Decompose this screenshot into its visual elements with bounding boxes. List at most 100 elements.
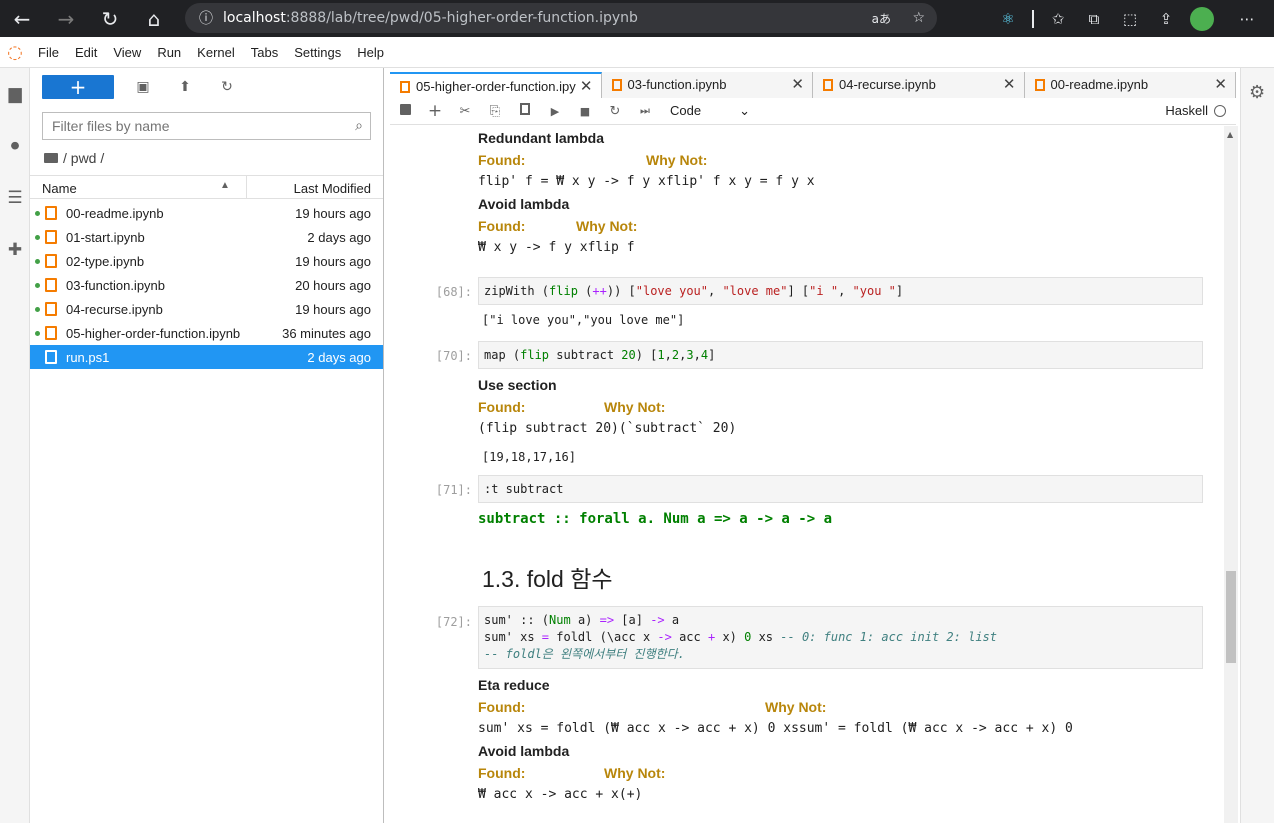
tab-05-higher-order-function[interactable]: 05-higher-order-function.ipynb ✕ xyxy=(390,72,602,98)
copy-icon[interactable]: ⎘ xyxy=(480,104,510,119)
search-icon: ⌕ xyxy=(355,117,363,133)
kernel-status-icon xyxy=(1214,105,1226,117)
table-of-contents-icon[interactable]: ☰ xyxy=(0,172,30,224)
code-cell-input[interactable]: sum' :: (Num a) => [a] -> a sum' xs = fo… xyxy=(478,606,1203,669)
cut-icon[interactable]: ✂ xyxy=(450,104,480,119)
file-name: 00-readme.ipynb xyxy=(66,206,164,221)
url-path: :8888/lab/tree/pwd/05-higher-order-funct… xyxy=(285,10,638,26)
hint-found: Found: xyxy=(478,152,526,168)
file-row[interactable]: 03-function.ipynb 20 hours ago xyxy=(30,273,383,297)
hint-title: Redundant lambda xyxy=(478,130,605,146)
column-name[interactable]: Name xyxy=(42,181,77,196)
notebook-panel[interactable]: Redundant lambda Found: Why Not: flip' f… xyxy=(390,126,1222,823)
type-signature-output: subtract :: forall a. Num a => a -> a ->… xyxy=(478,511,833,527)
close-icon[interactable]: ✕ xyxy=(787,75,804,93)
reload-icon[interactable]: ↻ xyxy=(88,0,132,37)
gear-icon[interactable]: ⚙ xyxy=(1249,82,1265,103)
site-info-icon[interactable]: ⓘ xyxy=(199,8,213,28)
browser-extensions: ⚛ ✩ ⧉ ⬚ ⇪ ⋯ xyxy=(990,0,1274,37)
scrollbar-thumb[interactable] xyxy=(1226,571,1236,663)
code-cell-input[interactable]: :t subtract xyxy=(478,475,1203,503)
save-icon[interactable] xyxy=(390,103,420,119)
favorites-icon[interactable]: ✩ xyxy=(1040,0,1076,37)
new-folder-icon[interactable]: ▣ xyxy=(122,79,164,95)
collections-icon[interactable]: ⧉ xyxy=(1076,0,1112,37)
file-modified: 2 days ago xyxy=(307,230,371,245)
profile-avatar[interactable] xyxy=(1184,0,1220,37)
file-row[interactable]: 04-recurse.ipynb 19 hours ago xyxy=(30,297,383,321)
menu-view[interactable]: View xyxy=(105,45,149,60)
menu-tabs[interactable]: Tabs xyxy=(243,45,286,60)
react-devtools-icon[interactable]: ⚛ xyxy=(990,0,1026,37)
column-divider xyxy=(246,176,247,198)
file-row[interactable]: 00-readme.ipynb 19 hours ago xyxy=(30,201,383,225)
run-icon[interactable]: ▶ xyxy=(540,105,570,118)
extensions-icon[interactable]: ⬚ xyxy=(1112,0,1148,37)
back-icon[interactable]: ← xyxy=(0,0,44,37)
file-modified: 19 hours ago xyxy=(295,254,371,269)
browser-toolbar: ← → ↻ ⌂ ⓘ localhost:8888/lab/tree/pwd/05… xyxy=(0,0,1274,37)
sort-ascending-icon[interactable]: ▲ xyxy=(220,180,230,191)
insert-cell-icon[interactable]: + xyxy=(420,101,450,121)
notebook-scrollbar[interactable]: ▲ xyxy=(1224,126,1238,823)
folder-home-icon[interactable] xyxy=(44,153,58,163)
upload-icon[interactable]: ⬆ xyxy=(164,79,206,95)
menu-edit[interactable]: Edit xyxy=(67,45,105,60)
menu-settings[interactable]: Settings xyxy=(286,45,349,60)
notebook-icon xyxy=(400,81,410,93)
refresh-icon[interactable]: ↻ xyxy=(206,79,248,95)
tab-label: 00-readme.ipynb xyxy=(1050,77,1149,92)
menu-file[interactable]: File xyxy=(30,45,67,60)
running-sessions-icon[interactable]: ⏺ xyxy=(0,120,30,172)
read-aloud-icon[interactable]: aあ xyxy=(872,10,891,27)
running-indicator xyxy=(35,235,40,240)
forward-icon[interactable]: → xyxy=(44,0,88,37)
home-icon[interactable]: ⌂ xyxy=(132,0,176,37)
kernel-indicator[interactable]: Haskell xyxy=(1165,103,1226,118)
share-icon[interactable]: ⇪ xyxy=(1148,0,1184,37)
cell-output: ["i love you","you love me"] xyxy=(482,313,685,327)
document-tab-bar: 05-higher-order-function.ipynb ✕ 03-func… xyxy=(390,72,1236,98)
close-icon[interactable]: ✕ xyxy=(575,77,593,95)
menu-kernel[interactable]: Kernel xyxy=(189,45,243,60)
menu-run[interactable]: Run xyxy=(149,45,189,60)
stop-icon[interactable]: ■ xyxy=(570,105,600,118)
close-icon[interactable]: ✕ xyxy=(1210,75,1227,93)
tab-00-readme[interactable]: 00-readme.ipynb ✕ xyxy=(1024,72,1236,98)
file-name: 01-start.ipynb xyxy=(66,230,145,245)
hint-why-not: Why Not: xyxy=(765,699,827,715)
tab-03-function[interactable]: 03-function.ipynb ✕ xyxy=(601,72,813,98)
filter-input[interactable]: Filter files by name ⌕ xyxy=(42,112,371,140)
code-cell-input[interactable]: map (flip subtract 20) [1,2,3,4] xyxy=(478,341,1203,369)
address-bar[interactable]: ⓘ localhost:8888/lab/tree/pwd/05-higher-… xyxy=(185,3,937,33)
folder-icon[interactable]: ▆ xyxy=(0,68,30,120)
hint-why-not: Why Not: xyxy=(604,765,666,781)
paste-icon[interactable] xyxy=(510,103,540,119)
add-favorite-icon[interactable]: ☆ xyxy=(912,10,925,26)
breadcrumb[interactable]: / pwd / xyxy=(44,150,104,166)
hint-line: ₩ acc x -> acc + x(+) xyxy=(478,787,643,802)
scroll-up-icon[interactable]: ▲ xyxy=(1227,130,1233,139)
extension-manager-icon[interactable]: ✚ xyxy=(0,224,30,276)
restart-icon[interactable]: ↻ xyxy=(600,104,630,119)
tab-04-recurse[interactable]: 04-recurse.ipynb ✕ xyxy=(813,72,1025,98)
hint-line: flip' f = ₩ x y -> f y xflip' f x y = f … xyxy=(478,174,815,189)
breadcrumb-path[interactable]: / pwd / xyxy=(63,150,104,166)
cell-type-select[interactable]: Code ⌄ xyxy=(670,103,750,119)
menu-help[interactable]: Help xyxy=(349,45,392,60)
file-row-selected[interactable]: run.ps1 2 days ago xyxy=(30,345,383,369)
file-browser: + ▣ ⬆ ↻ Filter files by name ⌕ / pwd / N… xyxy=(30,68,384,823)
new-launcher-button[interactable]: + xyxy=(42,75,114,99)
close-icon[interactable]: ✕ xyxy=(998,75,1016,93)
file-name: 02-type.ipynb xyxy=(66,254,145,269)
more-icon[interactable]: ⋯ xyxy=(1220,0,1274,37)
notebook-icon xyxy=(45,206,57,220)
url-host: localhost xyxy=(223,10,286,26)
column-last-modified[interactable]: Last Modified xyxy=(294,181,371,196)
file-row[interactable]: 01-start.ipynb 2 days ago xyxy=(30,225,383,249)
file-row[interactable]: 02-type.ipynb 19 hours ago xyxy=(30,249,383,273)
menu-bar: ◌ File Edit View Run Kernel Tabs Setting… xyxy=(0,37,1274,68)
code-cell-input[interactable]: zipWith (flip (++)) ["love you", "love m… xyxy=(478,277,1203,305)
restart-run-all-icon[interactable]: ⏭ xyxy=(630,104,660,118)
file-row[interactable]: 05-higher-order-function.ipynb 36 minute… xyxy=(30,321,383,345)
